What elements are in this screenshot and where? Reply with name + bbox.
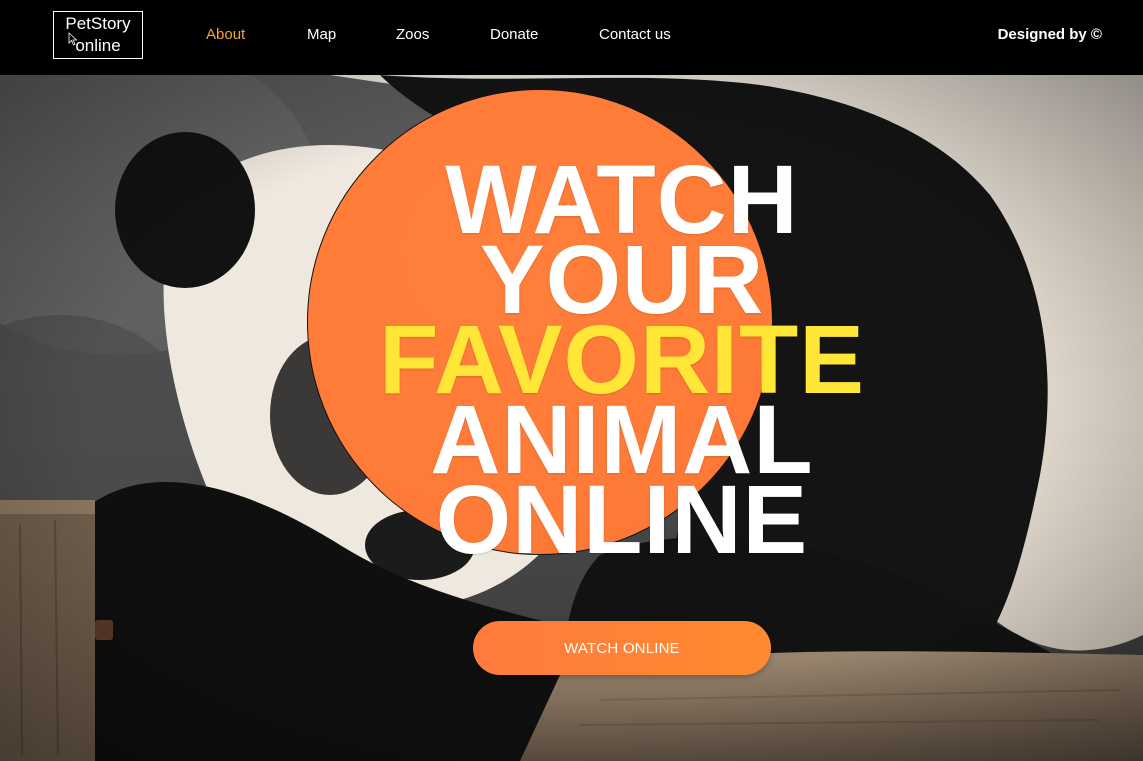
designer-credit: Designed by © [997, 26, 1102, 43]
nav-zoos[interactable]: Zoos [396, 25, 429, 45]
site-logo[interactable]: PetStory online [53, 11, 143, 59]
page: PetStory online About Map Zoos Donate Co… [0, 0, 1143, 761]
nav-contact-us[interactable]: Contact us [599, 25, 671, 45]
nav-donate[interactable]: Donate [490, 25, 538, 45]
hero-section: WATCH YOUR FAVORITE ANIMAL ONLINE WATCH … [0, 75, 1143, 761]
watch-online-button[interactable]: WATCH ONLINE [473, 621, 771, 675]
mouse-cursor-icon [68, 32, 78, 46]
nav-map[interactable]: Map [307, 25, 336, 45]
site-header: PetStory online About Map Zoos Donate Co… [0, 0, 1143, 75]
headline-line-online: ONLINE [435, 465, 809, 574]
nav-about[interactable]: About [206, 25, 245, 45]
hero-headline: WATCH YOUR FAVORITE ANIMAL ONLINE [322, 151, 922, 574]
